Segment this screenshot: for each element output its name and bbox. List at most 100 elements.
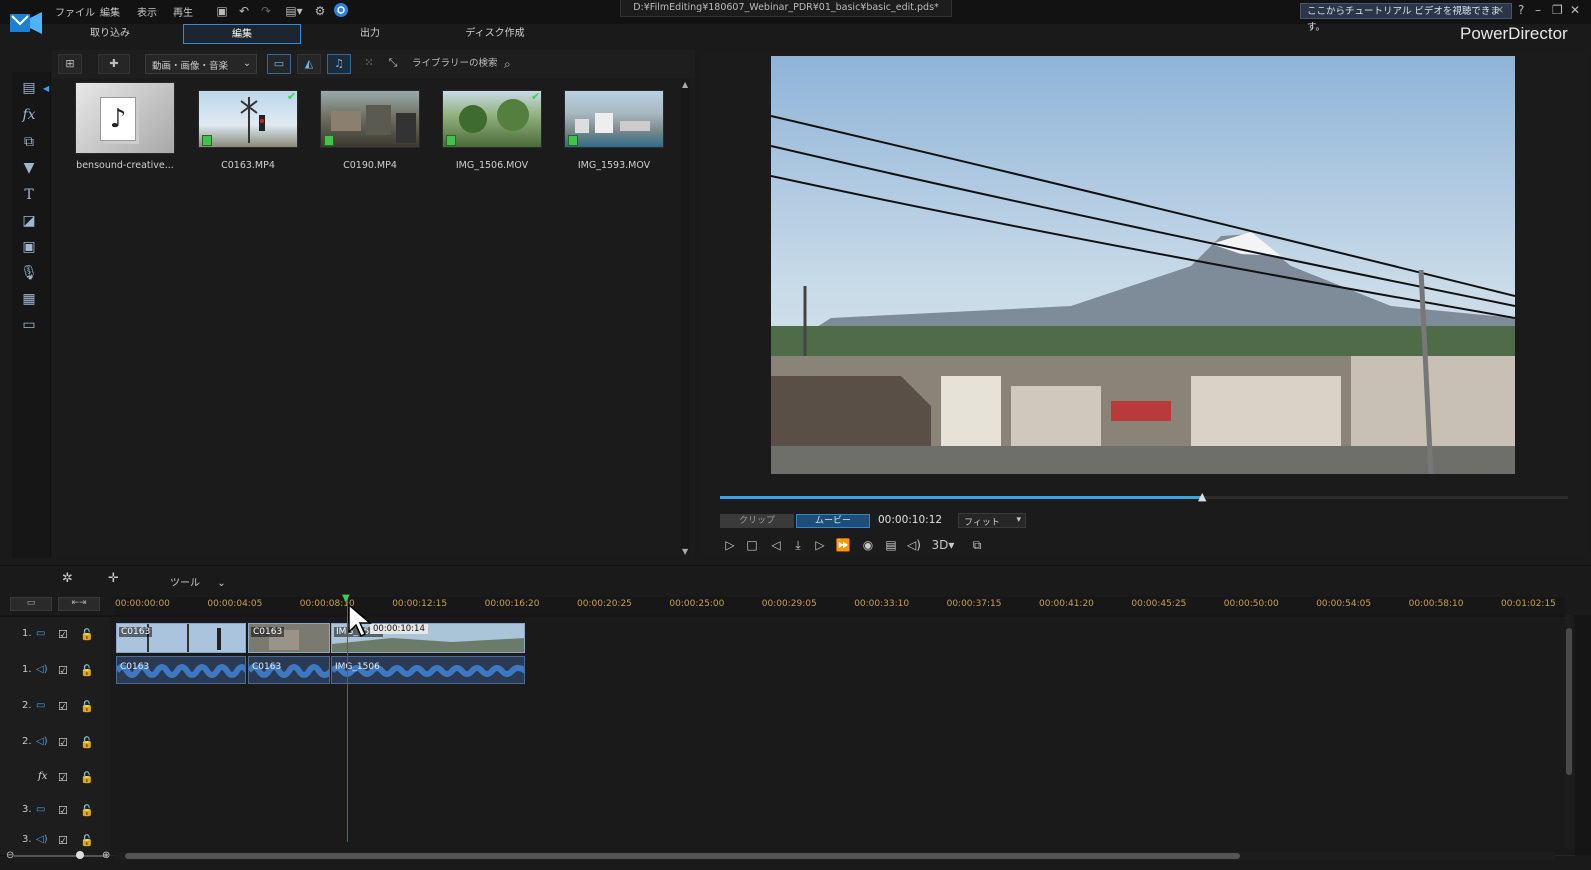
track-manager-icon[interactable]: ✛ — [108, 571, 119, 586]
save-icon[interactable]: ▣ — [214, 3, 230, 19]
scroll-up-icon[interactable]: ▲ — [682, 80, 688, 89]
search-icon[interactable]: ⌕ — [504, 57, 511, 72]
clip-mode-button[interactable]: クリップ — [720, 514, 794, 528]
video-clip[interactable]: C0163 — [116, 623, 246, 653]
track-lock-icon[interactable]: 🔓 — [80, 736, 94, 749]
title-room-icon[interactable]: T — [18, 185, 40, 205]
next-frame-icon[interactable]: ▷ — [811, 537, 829, 553]
track-lane-video[interactable] — [110, 795, 1575, 828]
audio-clip[interactable]: C0163 — [116, 656, 246, 684]
track-lock-icon[interactable]: 🔓 — [80, 628, 94, 641]
track-enable-checkbox[interactable]: ☑ — [58, 834, 68, 847]
effect-room-icon[interactable]: fx — [18, 105, 40, 125]
fit-timeline-icon[interactable]: ⇤⇥ — [58, 597, 100, 611]
menu-file[interactable]: ファイル — [55, 4, 95, 19]
menu-view[interactable]: 表示 — [137, 4, 157, 19]
track-lock-icon[interactable]: 🔓 — [80, 771, 94, 784]
video-filter-icon[interactable]: ▭ — [267, 54, 291, 74]
stop-icon[interactable]: □ — [743, 537, 761, 553]
undock-preview-icon[interactable]: ⧉ — [968, 537, 986, 553]
media-thumb-video[interactable] — [320, 90, 420, 148]
redo-icon[interactable]: ↷ — [258, 3, 274, 19]
tutorial-close-icon[interactable]: × — [1495, 3, 1509, 19]
track-lane-audio[interactable] — [110, 725, 1575, 762]
previous-frame-icon[interactable]: ◁ — [767, 537, 785, 553]
subtitle-toggle-icon[interactable]: ▤ — [882, 537, 900, 553]
media-thumb-video[interactable] — [198, 90, 298, 148]
undo-icon[interactable]: ↶ — [236, 3, 252, 19]
movie-mode-button[interactable]: ムービー — [796, 514, 870, 528]
timeline-zoom-slider[interactable] — [14, 855, 108, 857]
audio-filter-icon[interactable]: ♫ — [327, 54, 351, 74]
resize-thumbs-icon[interactable]: ⤡ — [381, 54, 405, 74]
tab-capture[interactable]: 取り込み — [60, 24, 160, 44]
tab-edit[interactable]: 編集 — [183, 24, 301, 44]
grid-view-icon[interactable]: ⁙ — [357, 54, 381, 74]
plugins-icon[interactable]: ✚ — [98, 54, 130, 74]
media-type-select[interactable]: 動画・画像・音楽 ⌄ — [145, 54, 257, 74]
magic-tools-icon[interactable]: ✲ — [62, 571, 73, 586]
media-thumb-video[interactable] — [442, 90, 542, 148]
zoom-in-icon[interactable]: ⊕ — [102, 850, 110, 861]
playhead-marker-icon[interactable]: ▼ — [342, 593, 352, 604]
menu-edit[interactable]: 編集 — [100, 4, 120, 19]
menu-playback[interactable]: 再生 — [173, 4, 193, 19]
import-media-icon[interactable]: ⊞ — [58, 54, 82, 74]
track-lock-icon[interactable]: 🔓 — [80, 834, 94, 847]
tools-dropdown[interactable]: ツール ⌄ — [170, 574, 226, 589]
scroll-down-icon[interactable]: ▼ — [682, 547, 688, 556]
timeline-hscroll-thumb[interactable] — [125, 853, 1240, 859]
media-thumb-video[interactable] — [564, 90, 664, 148]
play-icon[interactable]: ▷ — [721, 537, 739, 553]
transition-room-icon[interactable]: ◪ — [18, 211, 40, 231]
seek-handle-icon[interactable]: ▲ — [1198, 490, 1206, 503]
help-icon[interactable]: ? — [1518, 3, 1524, 17]
track-enable-checkbox[interactable]: ☑ — [58, 736, 68, 749]
timeline-vscroll-thumb[interactable] — [1566, 628, 1572, 775]
preview-video-frame[interactable] — [770, 56, 1516, 475]
display-dropdown-icon[interactable]: ▤▾ — [282, 3, 306, 19]
fast-forward-icon[interactable]: ⏩ — [834, 537, 852, 553]
track-lane-video[interactable] — [110, 689, 1575, 726]
restore-icon[interactable]: ❐ — [1552, 3, 1563, 17]
tab-produce[interactable]: 出力 — [320, 24, 420, 44]
ruler-tick-label: 00:00:29:05 — [761, 599, 817, 609]
library-scrollbar[interactable] — [681, 80, 689, 554]
tutorial-banner[interactable]: ここからチュートリアル ビデオを視聴できます。 — [1300, 3, 1512, 33]
voice-over-icon[interactable]: 🎙 — [18, 263, 40, 283]
track-lane-fx[interactable] — [110, 761, 1575, 796]
subtitle-room-icon[interactable]: ▭ — [18, 315, 40, 335]
image-filter-icon[interactable]: ◭ — [297, 54, 321, 74]
track-enable-checkbox[interactable]: ☑ — [58, 771, 68, 784]
audio-clip[interactable]: C0163 — [248, 656, 330, 684]
split-icon[interactable]: ⤓ — [789, 537, 807, 553]
zoom-fit-select[interactable]: フィット ▾ — [958, 513, 1026, 528]
media-thumb-audio[interactable]: ♪ — [75, 82, 175, 154]
volume-icon[interactable]: ◁) — [905, 537, 923, 553]
close-window-icon[interactable]: ✕ — [1570, 3, 1580, 17]
particle-room-icon[interactable]: ▼ — [18, 158, 40, 178]
video-clip[interactable]: C0163 — [248, 623, 330, 653]
zoom-slider-handle[interactable] — [76, 851, 84, 859]
account-icon[interactable] — [333, 3, 349, 19]
settings-gear-icon[interactable]: ⚙ — [312, 3, 328, 19]
track-lock-icon[interactable]: 🔓 — [80, 804, 94, 817]
track-lock-icon[interactable]: 🔓 — [80, 700, 94, 713]
storyboard-view-icon[interactable]: ▭ — [10, 597, 52, 611]
track-enable-checkbox[interactable]: ☑ — [58, 628, 68, 641]
tab-create-disc[interactable]: ディスク作成 — [440, 24, 550, 44]
media-room-icon[interactable]: ▤ — [18, 78, 40, 98]
clip-name: IMG_1506 — [335, 662, 380, 672]
pip-room-icon[interactable]: ⧉ — [18, 132, 40, 152]
audio-clip[interactable]: IMG_1506 — [331, 656, 525, 684]
chapter-room-icon[interactable]: ▦ — [18, 289, 40, 309]
track-enable-checkbox[interactable]: ☑ — [58, 804, 68, 817]
track-lock-icon[interactable]: 🔓 — [80, 664, 94, 677]
audio-mixing-room-icon[interactable]: ▣ — [18, 237, 40, 257]
preview-timecode[interactable]: 00:00:10:12 — [878, 514, 942, 526]
track-enable-checkbox[interactable]: ☑ — [58, 664, 68, 677]
snapshot-icon[interactable]: ◉ — [859, 537, 877, 553]
track-enable-checkbox[interactable]: ☑ — [58, 700, 68, 713]
3d-mode-toggle[interactable]: 3D▾ — [928, 537, 958, 553]
minimize-icon[interactable]: – — [1535, 3, 1541, 17]
